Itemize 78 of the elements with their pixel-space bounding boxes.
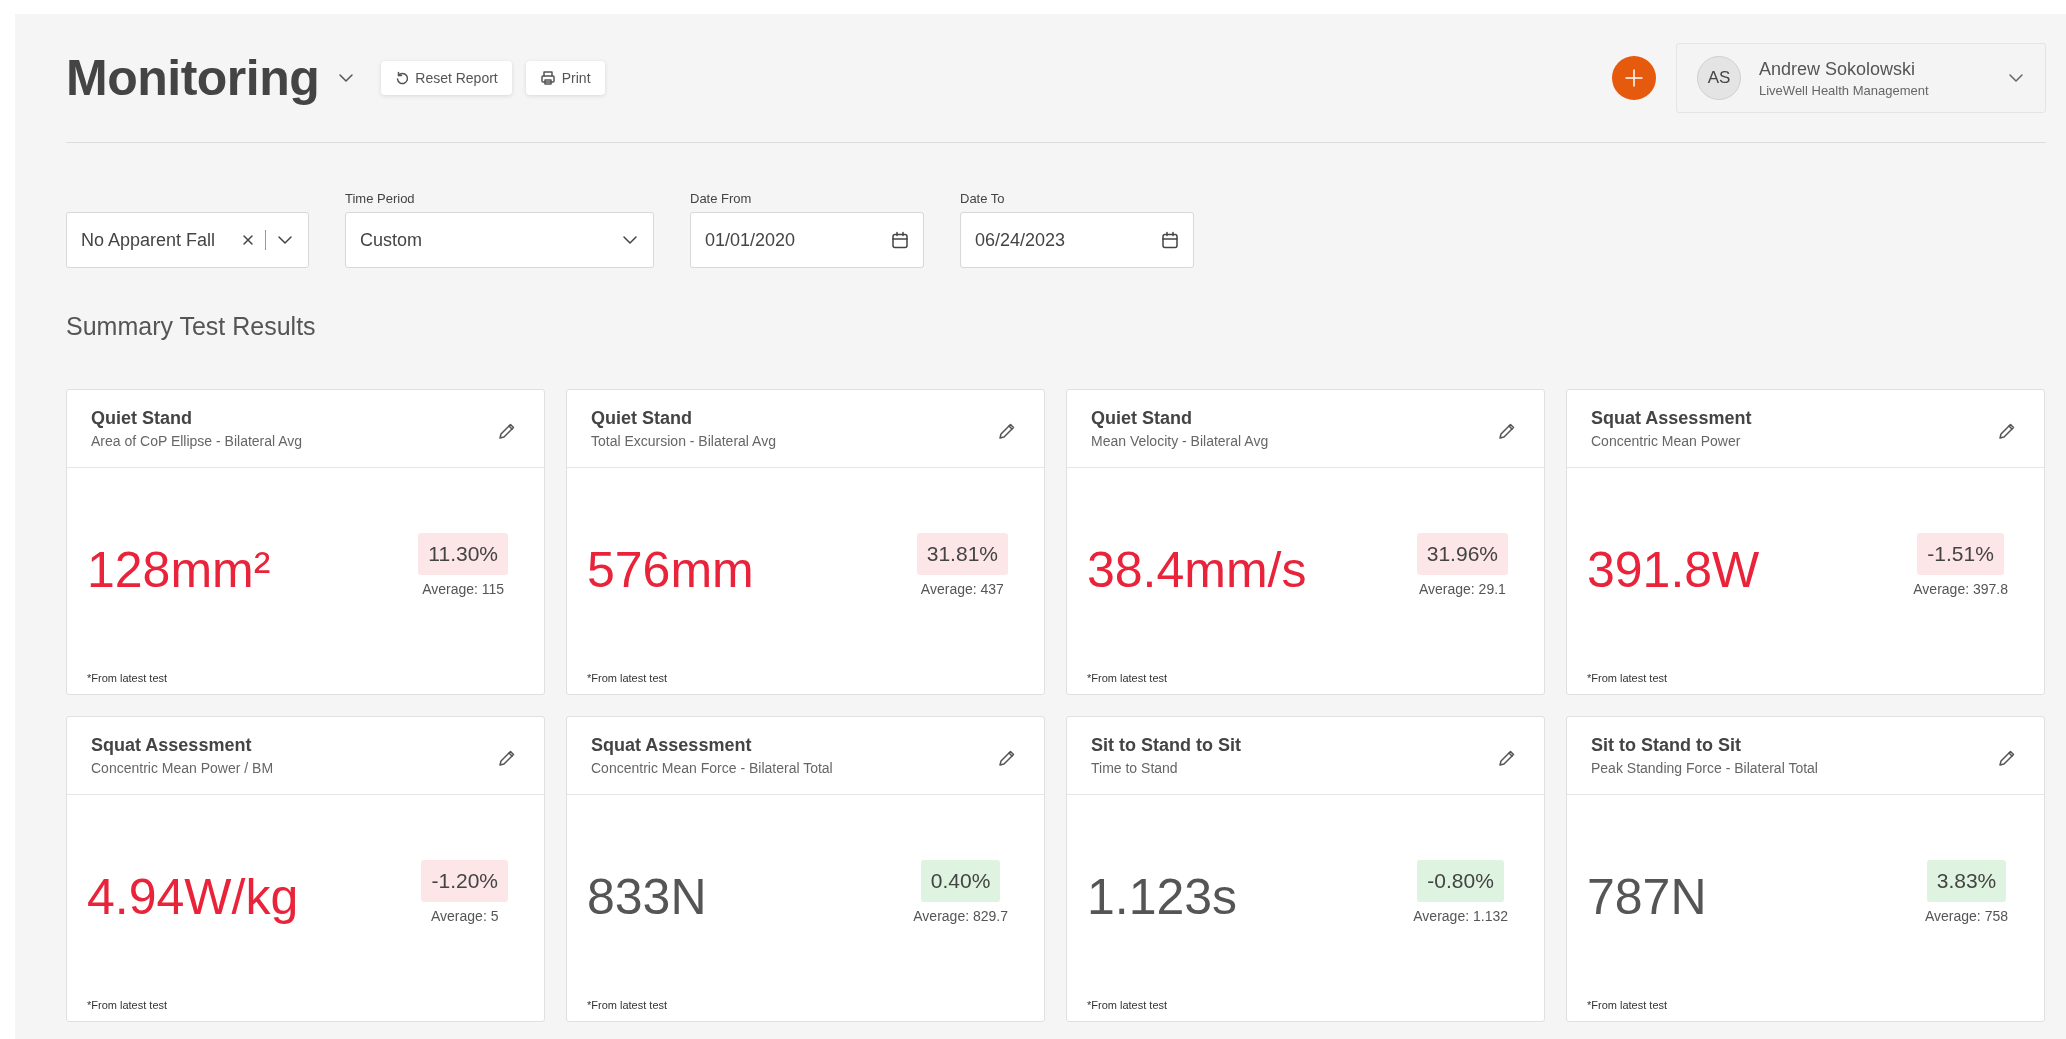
card-title: Sit to Stand to Sit bbox=[1591, 735, 1742, 756]
reset-report-button[interactable]: Reset Report bbox=[381, 61, 512, 95]
print-button[interactable]: Print bbox=[525, 61, 605, 95]
pencil-icon bbox=[1498, 422, 1516, 440]
date-field[interactable]: 01/01/2020 bbox=[690, 212, 924, 268]
card-subtitle: Mean Velocity - Bilateral Avg bbox=[1091, 433, 1269, 449]
user-name: Andrew Sokolowski bbox=[1759, 58, 1917, 80]
average-text: Average: 397.8 bbox=[1913, 581, 2008, 597]
metric-value: 391.8W bbox=[1587, 541, 1760, 599]
average-text: Average: 29.1 bbox=[1418, 581, 1506, 597]
pencil-icon bbox=[1998, 749, 2016, 767]
card-title: Quiet Stand bbox=[1091, 408, 1193, 429]
card-subtitle: Concentric Mean Force - Bilateral Total bbox=[591, 760, 833, 776]
change-badge: -0.80% bbox=[1417, 860, 1504, 902]
pencil-icon bbox=[998, 749, 1016, 767]
metric-value: 1.123s bbox=[1087, 868, 1238, 926]
average-text: Average: 829.7 bbox=[913, 908, 1008, 924]
change-badge: 0.40% bbox=[920, 860, 1001, 902]
pencil-icon bbox=[498, 749, 516, 767]
date-field[interactable]: 06/24/2023 bbox=[960, 212, 1194, 268]
card-subtitle: Total Excursion - Bilateral Avg bbox=[591, 433, 776, 449]
user-menu[interactable]: AS Andrew Sokolowski LiveWell Health Management bbox=[1676, 43, 2046, 113]
footnote: *From latest test bbox=[1086, 672, 1169, 686]
card-subtitle: Peak Standing Force - Bilateral Total bbox=[1591, 760, 1818, 776]
metric-value: 833N bbox=[587, 868, 707, 926]
change-badge: -1.51% bbox=[1917, 533, 2004, 575]
card-title: Sit to Stand to Sit bbox=[1091, 735, 1241, 756]
average-text: Average: 1.132 bbox=[1413, 908, 1508, 924]
pencil-icon bbox=[998, 422, 1016, 440]
footnote: *From latest test bbox=[586, 672, 669, 686]
card-title: Squat Assessment bbox=[591, 735, 753, 756]
card-title: Squat Assessment bbox=[1591, 408, 1752, 429]
pencil-icon bbox=[1998, 422, 2016, 440]
card-subtitle: Concentric Mean Power / BM bbox=[91, 760, 274, 776]
footnote: *From latest test bbox=[1586, 999, 1669, 1013]
printer-icon bbox=[539, 70, 556, 86]
change-badge: 31.96% bbox=[1416, 533, 1508, 575]
plus-icon bbox=[1623, 67, 1645, 89]
footnote: *From latest test bbox=[1586, 672, 1669, 686]
clear-icon bbox=[241, 233, 255, 247]
average-text: Average: 758 bbox=[1924, 908, 2008, 924]
average-text: Average: 437 bbox=[920, 581, 1004, 597]
avatar: AS bbox=[1697, 56, 1741, 100]
card-title: Squat Assessment bbox=[91, 735, 253, 756]
select-field[interactable]: No Apparent Fall bbox=[66, 212, 309, 268]
footnote: *From latest test bbox=[1086, 999, 1169, 1013]
pencil-icon bbox=[498, 422, 516, 440]
calendar-icon bbox=[1161, 231, 1179, 249]
metric-value: 128mm² bbox=[87, 541, 271, 599]
card-subtitle: Time to Stand bbox=[1091, 760, 1179, 776]
change-badge: -1.20% bbox=[421, 860, 508, 902]
average-text: Average: 115 bbox=[422, 581, 505, 597]
change-badge: 11.30% bbox=[418, 533, 508, 575]
average-text: Average: 5 bbox=[431, 908, 499, 924]
calendar-icon bbox=[891, 231, 909, 249]
section-title: Summary Test Results bbox=[66, 312, 317, 341]
organization-name: LiveWell Health Management bbox=[1759, 82, 1930, 98]
card-title: Quiet Stand bbox=[91, 408, 193, 429]
footnote: *From latest test bbox=[86, 672, 169, 686]
card-subtitle: Area of CoP Ellipse - Bilateral Avg bbox=[91, 433, 303, 449]
select-field[interactable]: Custom bbox=[345, 212, 654, 268]
change-badge: 3.83% bbox=[1926, 860, 2007, 902]
field-label: Date To bbox=[960, 191, 1006, 206]
card-subtitle: Concentric Mean Power bbox=[1591, 433, 1742, 449]
page-title: Monitoring bbox=[66, 49, 320, 107]
metric-value: 787N bbox=[1587, 868, 1707, 926]
field-label: Time Period bbox=[345, 191, 416, 206]
card-title: Quiet Stand bbox=[591, 408, 693, 429]
metric-value: 4.94W/kg bbox=[87, 868, 299, 926]
footnote: *From latest test bbox=[86, 999, 169, 1013]
field-label: Date From bbox=[690, 191, 753, 206]
metric-value: 576mm bbox=[587, 541, 754, 599]
add-button[interactable] bbox=[1612, 56, 1656, 100]
reset-icon bbox=[395, 71, 410, 85]
pencil-icon bbox=[1498, 749, 1516, 767]
change-badge: 31.81% bbox=[916, 533, 1008, 575]
metric-value: 38.4mm/s bbox=[1087, 541, 1307, 599]
footnote: *From latest test bbox=[586, 999, 669, 1013]
